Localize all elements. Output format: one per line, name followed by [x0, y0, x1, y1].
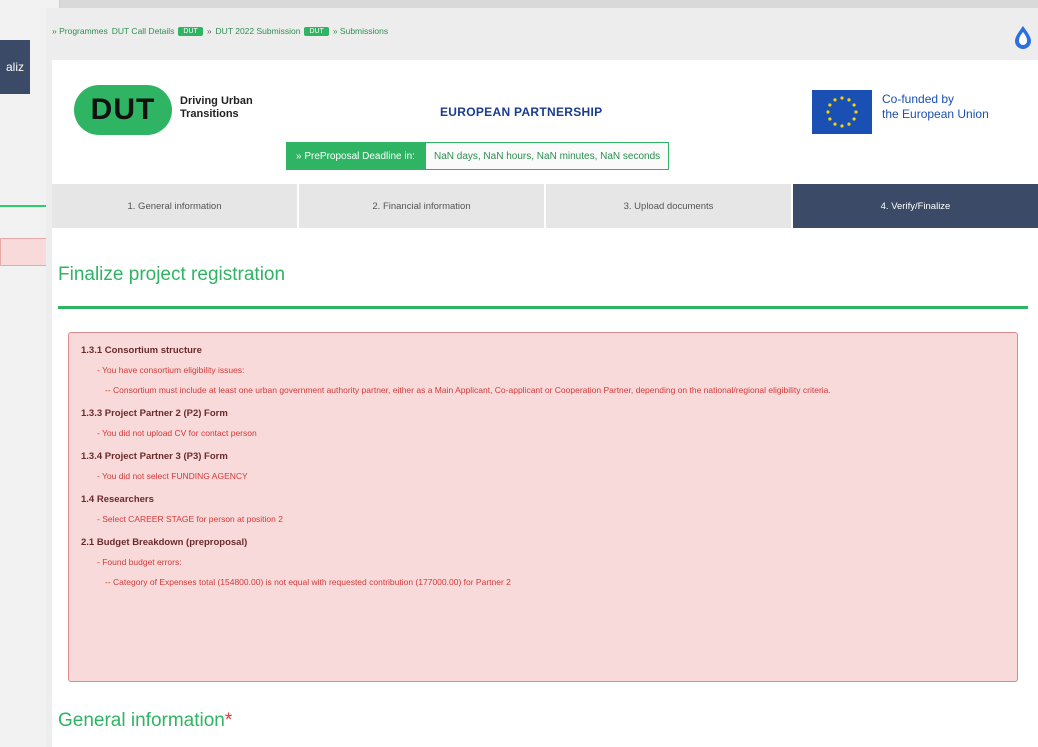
- dut-caption-line1: Driving Urban: [180, 95, 253, 107]
- breadcrumb-call-details[interactable]: DUT Call Details: [112, 26, 175, 36]
- error-line: - You did not select FUNDING AGENCY: [97, 471, 248, 481]
- error-line: -- Consortium must include at least one …: [105, 385, 831, 395]
- deadline-value: NaN days, NaN hours, NaN minutes, NaN se…: [424, 142, 670, 170]
- page-content: DUT Driving Urban Transitions EUROPEAN P…: [52, 60, 1038, 747]
- error-line: - Select CAREER STAGE for person at posi…: [97, 514, 283, 524]
- breadcrumb-tag: DUT: [304, 26, 329, 36]
- breadcrumb-submissions: » Submissions: [332, 26, 389, 36]
- partnership-title: EUROPEAN PARTNERSHIP: [440, 105, 603, 119]
- dut-logo: DUT: [74, 85, 172, 135]
- dut-caption-line2: Transitions: [180, 108, 239, 120]
- tab-upload-documents[interactable]: 3. Upload documents: [546, 184, 793, 228]
- general-information-title: General information*: [58, 710, 232, 732]
- title-divider: [58, 306, 1028, 309]
- breadcrumb-programmes[interactable]: » Programmes: [52, 26, 108, 36]
- background-window-error-box: [0, 238, 52, 266]
- error-line: - You did not upload CV for contact pers…: [97, 428, 257, 438]
- error-line: - You have consortium eligibility issues…: [97, 365, 245, 375]
- breadcrumb-tag: DUT: [178, 26, 203, 36]
- breadcrumb: » Programmes DUT Call Details DUT » DUT …: [46, 8, 1038, 54]
- error-heading: 1.3.1 Consortium structure: [81, 345, 202, 356]
- background-window-rule: [0, 205, 52, 207]
- error-heading: 1.3.4 Project Partner 3 (P3) Form: [81, 451, 228, 462]
- error-heading: 2.1 Budget Breakdown (preproposal): [81, 537, 248, 548]
- error-line: -- Category of Expenses total (154800.00…: [105, 577, 511, 587]
- error-heading: 1.4 Researchers: [81, 494, 154, 505]
- eu-text-line1: Co-funded by: [882, 92, 955, 106]
- error-heading: 1.3.3 Project Partner 2 (P2) Form: [81, 408, 228, 419]
- tab-verify-finalize[interactable]: 4. Verify/Finalize: [793, 184, 1038, 228]
- breadcrumb-submission[interactable]: DUT 2022 Submission: [216, 26, 301, 36]
- validation-error-box: 1.3.1 Consortium structure - You have co…: [68, 332, 1018, 682]
- breadcrumb-separator: »: [206, 26, 212, 36]
- eu-cofunded-text: Co-funded by the European Union: [882, 92, 1032, 122]
- tab-general-information[interactable]: 1. General information: [52, 184, 299, 228]
- required-mark: *: [224, 710, 233, 731]
- drop-icon[interactable]: [1012, 24, 1034, 50]
- eu-stars-icon: [826, 96, 858, 128]
- main-window: » Programmes DUT Call Details DUT » DUT …: [46, 8, 1038, 747]
- dut-logo-caption: Driving Urban Transitions: [180, 95, 290, 121]
- general-title-text: General information: [58, 710, 225, 731]
- deadline-label: » PreProposal Deadline in:: [286, 142, 425, 170]
- tab-financial-information[interactable]: 2. Financial information: [299, 184, 546, 228]
- background-window-tab: aliz: [0, 40, 30, 94]
- eu-text-line2: the European Union: [882, 107, 989, 121]
- eu-flag-icon: [812, 90, 872, 134]
- page-title: Finalize project registration: [58, 264, 286, 285]
- wizard-tabs: 1. General information 2. Financial info…: [52, 184, 1038, 228]
- error-line: - Found budget errors:: [97, 557, 182, 567]
- page-header: DUT Driving Urban Transitions EUROPEAN P…: [52, 60, 1038, 184]
- deadline-countdown: » PreProposal Deadline in: NaN days, NaN…: [286, 142, 670, 170]
